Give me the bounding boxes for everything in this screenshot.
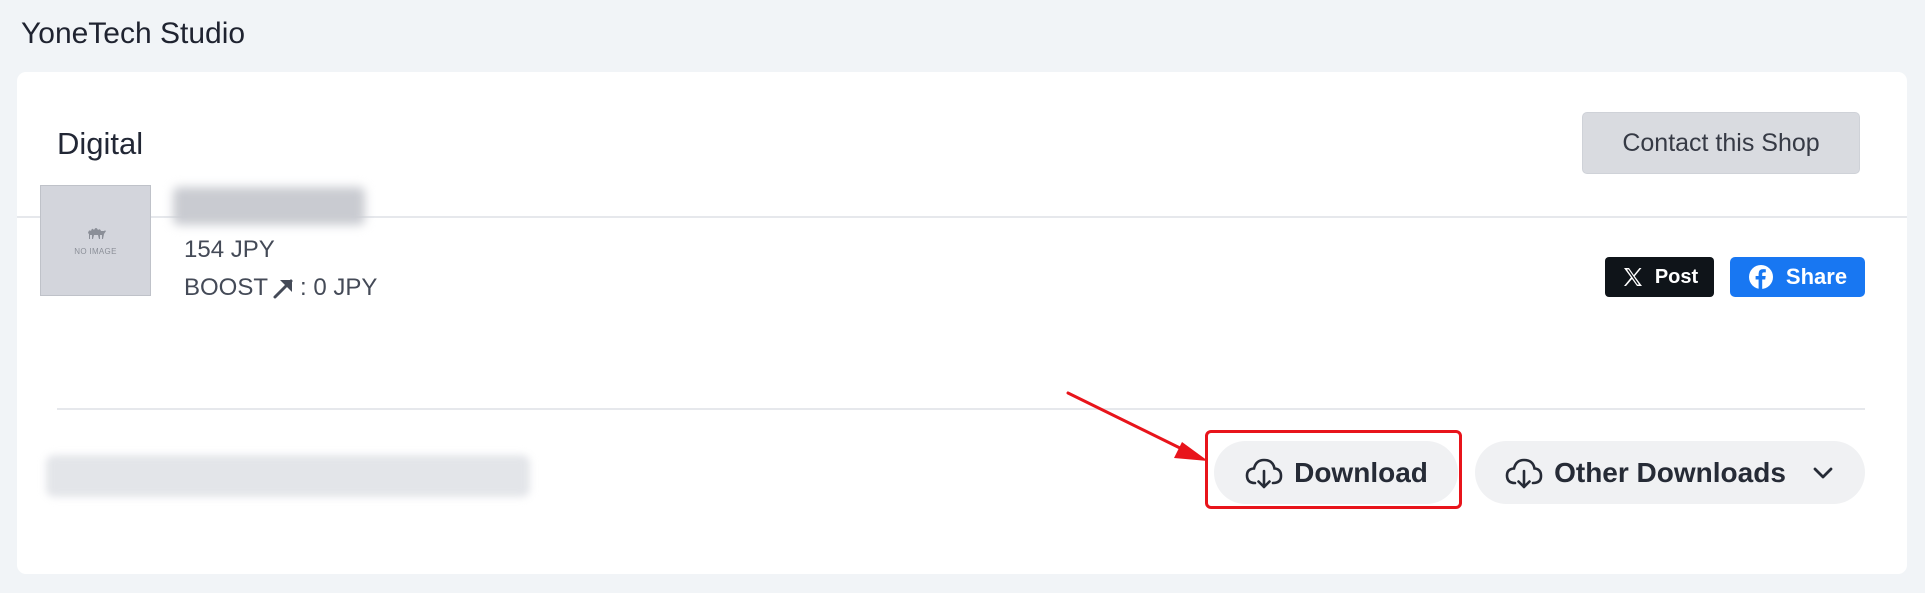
cloud-download-icon <box>1245 458 1283 488</box>
x-logo-icon <box>1623 268 1642 286</box>
file-name <box>46 455 530 497</box>
facebook-share-button[interactable]: Share <box>1730 257 1865 297</box>
post-label: Post <box>1654 265 1699 288</box>
item-price: 154 JPY <box>184 236 275 263</box>
section-title: Digital <box>57 126 144 161</box>
cloud-download-icon <box>1505 458 1543 488</box>
download-label: Download <box>1294 456 1428 488</box>
facebook-logo-icon <box>1748 265 1773 289</box>
no-image-text: NO IMAGE <box>74 247 117 256</box>
arrow-up-right-icon <box>273 279 293 299</box>
boost-info: BOOST : 0 JPY <box>184 271 377 305</box>
item-title[interactable] <box>173 187 365 225</box>
boost-value: : 0 JPY <box>300 274 378 301</box>
camel-icon <box>87 228 106 239</box>
shop-name: YoneTech Studio <box>21 17 246 50</box>
download-button[interactable]: Download <box>1214 441 1458 504</box>
item-thumbnail: NO IMAGE <box>40 185 151 296</box>
share-label: Share <box>1785 264 1848 289</box>
contact-shop-button[interactable]: Contact this Shop <box>1582 112 1860 174</box>
other-downloads-label: Other Downloads <box>1554 456 1786 488</box>
item-divider <box>57 408 1865 410</box>
other-downloads-button[interactable]: Other Downloads <box>1475 441 1865 504</box>
boost-label: BOOST <box>184 274 269 301</box>
x-post-button[interactable]: Post <box>1605 257 1714 297</box>
chevron-down-icon <box>1813 467 1833 478</box>
